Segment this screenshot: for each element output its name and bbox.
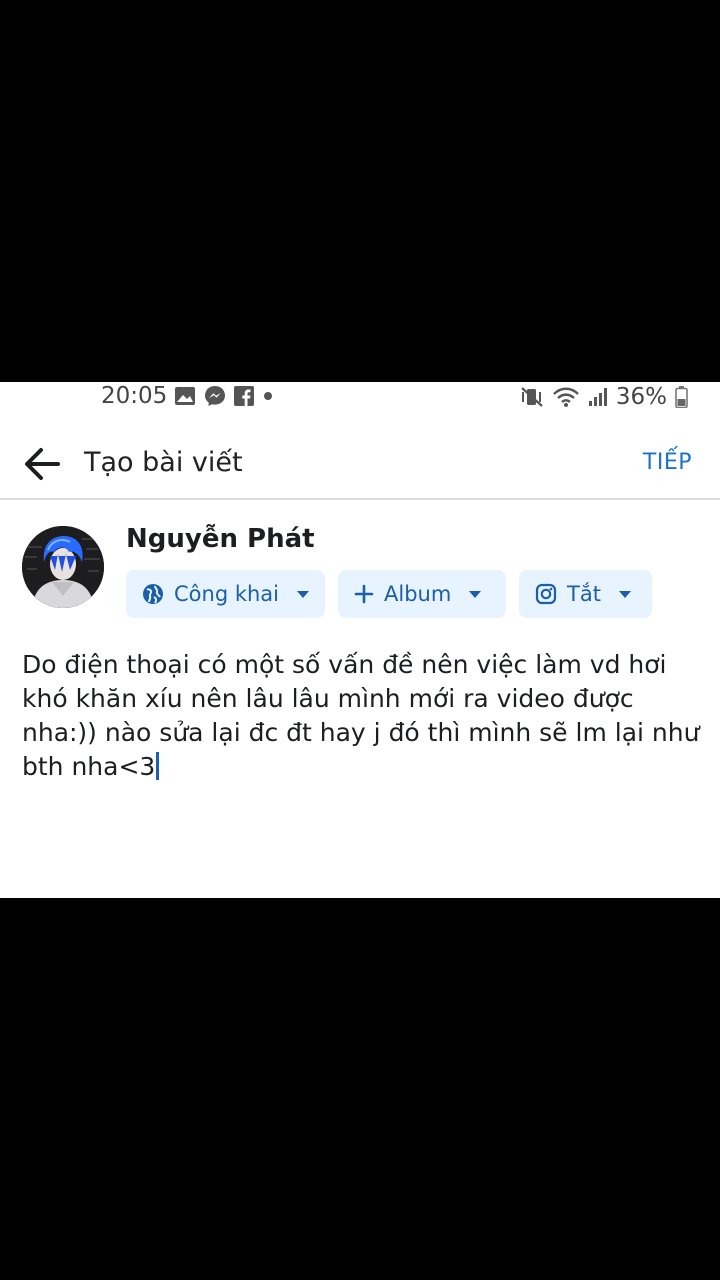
next-button[interactable]: TIẾP (643, 448, 692, 478)
chevron-down-icon (297, 590, 309, 598)
status-time: 20:05 (101, 383, 168, 409)
signal-icon (588, 386, 608, 408)
album-label: Album (384, 582, 452, 606)
instagram-icon (535, 583, 557, 605)
chevron-down-icon (618, 590, 631, 598)
post-text-input[interactable]: Do điện thoại có một số vấn đề nên việc … (22, 648, 702, 784)
battery-percent: 36% (615, 384, 667, 410)
text-cursor (156, 752, 160, 780)
chevron-down-icon (469, 590, 482, 598)
audience-chips: Công khai Album Tắt (126, 570, 652, 618)
gallery-icon (174, 386, 196, 406)
app-screen: 20:05 36% Tạo bài viết TIẾP Nguyễn Phát … (0, 382, 720, 898)
globe-icon (142, 583, 164, 605)
plus-icon (354, 584, 374, 604)
mute-vibrate-icon (520, 386, 544, 408)
status-bar: 20:05 36% (0, 382, 720, 410)
avatar[interactable] (22, 526, 104, 608)
wifi-icon (552, 386, 580, 408)
privacy-dropdown[interactable]: Công khai (126, 570, 325, 618)
battery-icon (675, 386, 688, 408)
facebook-icon (234, 386, 254, 406)
back-arrow-icon[interactable] (20, 444, 64, 484)
instagram-label: Tắt (567, 582, 601, 606)
dot-icon (262, 390, 274, 402)
instagram-dropdown[interactable]: Tắt (519, 570, 652, 618)
top-bar: Tạo bài viết TIẾP (0, 422, 720, 500)
album-dropdown[interactable]: Album (338, 570, 506, 618)
user-name: Nguyễn Phát (126, 524, 315, 554)
page-title: Tạo bài viết (84, 447, 243, 478)
messenger-icon (204, 385, 226, 407)
privacy-label: Công khai (174, 582, 279, 606)
post-text: Do điện thoại có một số vấn đề nên việc … (22, 650, 700, 781)
